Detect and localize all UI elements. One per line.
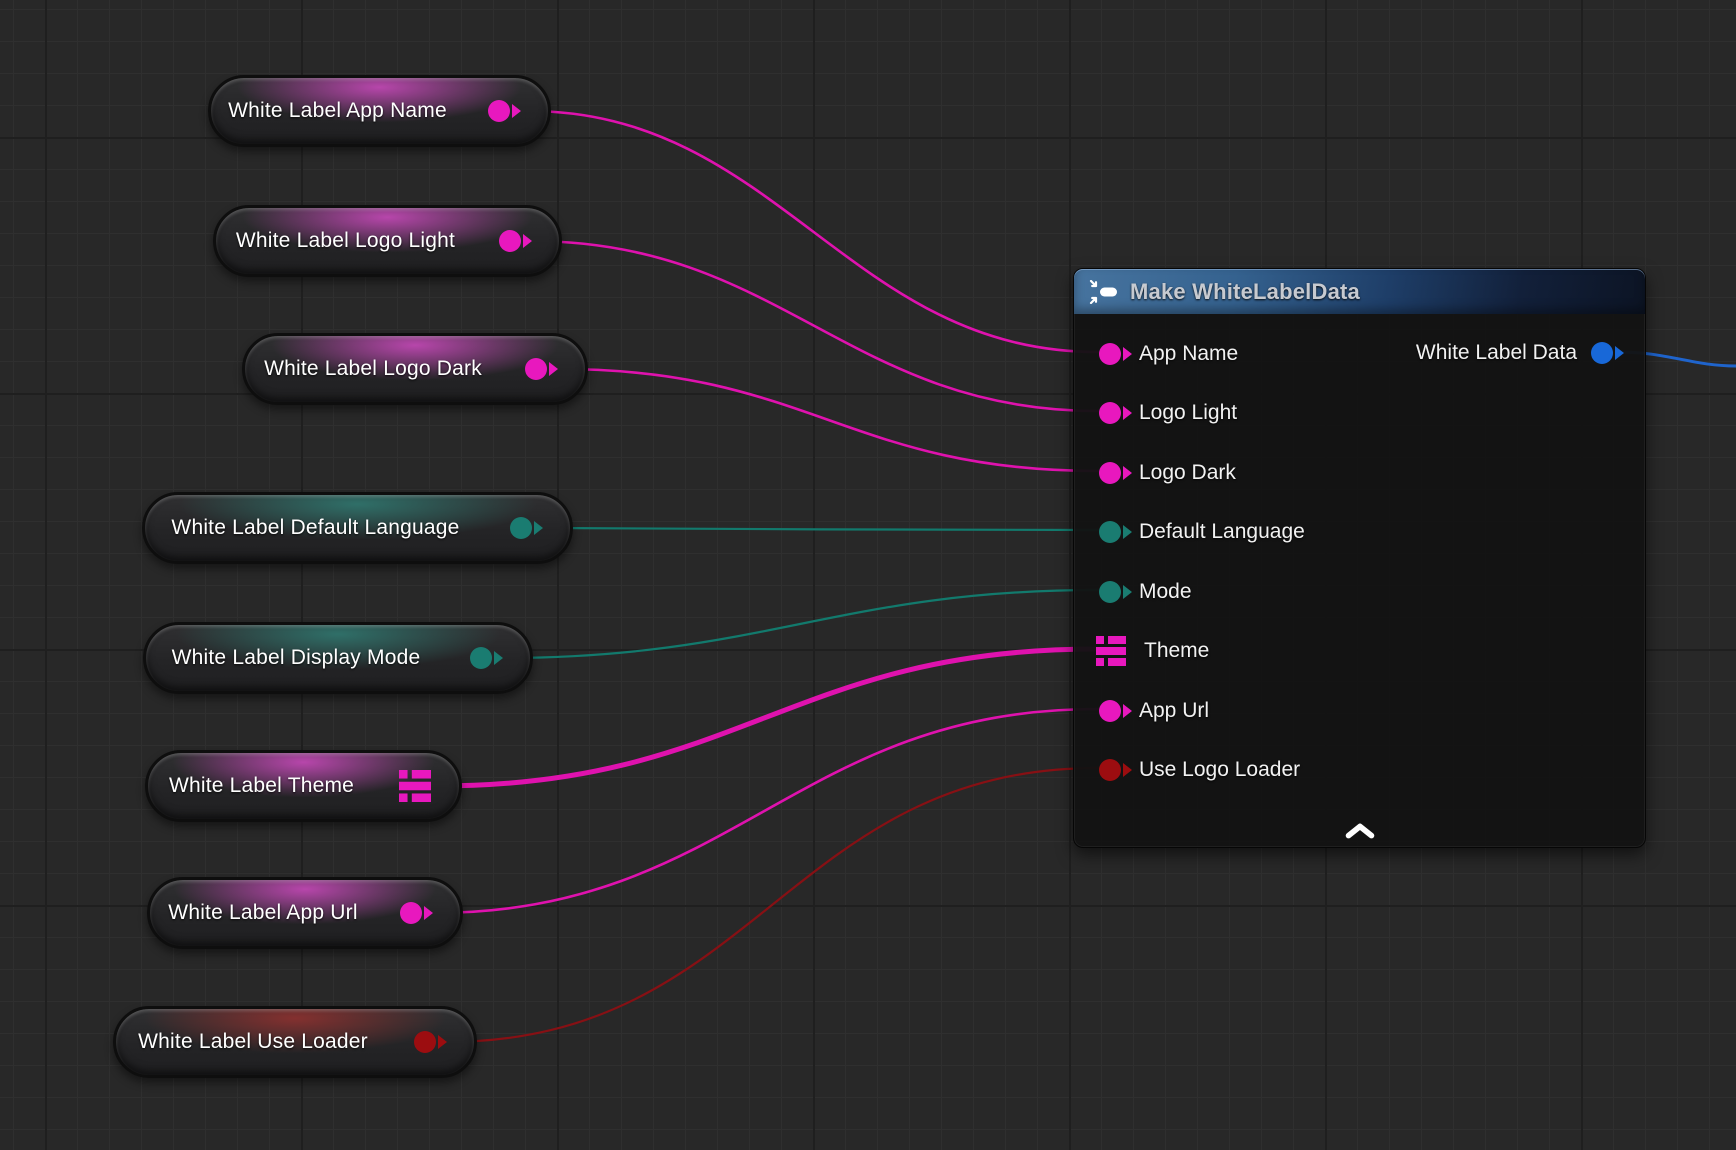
input-row-logo-dark: Logo Dark <box>1074 443 1645 503</box>
variable-node-white-label-app-name[interactable]: White Label App Name <box>208 75 551 147</box>
wire-app-url[interactable] <box>433 709 1098 913</box>
variable-node-label: White Label Default Language <box>145 516 570 540</box>
chevron-up-icon[interactable] <box>1345 823 1375 839</box>
variable-node-white-label-app-url[interactable]: White Label App Url <box>147 877 463 949</box>
struct-grid-icon[interactable] <box>399 770 431 802</box>
variable-node-white-label-theme[interactable]: White Label Theme <box>145 750 462 822</box>
input-row-use-logo-loader: Use Logo Loader <box>1074 741 1645 801</box>
blueprint-graph-canvas[interactable]: White Label App Name White Label Logo Li… <box>0 0 1736 1150</box>
input-pin-default-language[interactable] <box>1099 521 1121 543</box>
wire-logo-light[interactable] <box>531 241 1098 411</box>
wire-display-mode[interactable] <box>502 590 1098 658</box>
input-pin-label: App Url <box>1139 699 1209 723</box>
input-row-default-language: Default Language <box>1074 503 1645 563</box>
input-pin-label: Mode <box>1139 580 1192 604</box>
variable-node-white-label-default-language[interactable]: White Label Default Language <box>142 492 573 564</box>
output-pin-app-url[interactable] <box>400 902 422 924</box>
node-title: Make WhiteLabelData <box>1130 279 1360 305</box>
input-row-theme: Theme <box>1074 622 1645 682</box>
make-whitelabeldata-node[interactable]: Make WhiteLabelData App Name Logo Light … <box>1073 268 1646 848</box>
wire-app-name[interactable] <box>528 111 1098 352</box>
input-pin-label: Logo Dark <box>1139 461 1236 485</box>
output-row-white-label-data: White Label Data <box>1416 333 1623 373</box>
output-pin-app-name[interactable] <box>488 100 510 122</box>
variable-node-white-label-logo-dark[interactable]: White Label Logo Dark <box>242 333 588 405</box>
output-pin-display-mode[interactable] <box>470 647 492 669</box>
wire-use-loader[interactable] <box>446 768 1098 1042</box>
output-pin-logo-light[interactable] <box>499 230 521 252</box>
input-pin-app-name[interactable] <box>1099 343 1121 365</box>
node-header[interactable]: Make WhiteLabelData <box>1074 269 1645 314</box>
input-pin-mode[interactable] <box>1099 581 1121 603</box>
output-pin-label: White Label Data <box>1416 341 1577 365</box>
input-pin-label: Logo Light <box>1139 401 1237 425</box>
output-pin-logo-dark[interactable] <box>525 358 547 380</box>
input-row-logo-light: Logo Light <box>1074 384 1645 444</box>
input-pin-label: Default Language <box>1139 520 1305 544</box>
wire-logo-dark[interactable] <box>559 369 1098 471</box>
variable-node-white-label-display-mode[interactable]: White Label Display Mode <box>143 622 533 694</box>
input-pin-label: App Name <box>1139 342 1238 366</box>
input-pin-app-url[interactable] <box>1099 700 1121 722</box>
output-pin-use-loader[interactable] <box>414 1031 436 1053</box>
input-row-mode: Mode <box>1074 562 1645 622</box>
input-pin-label: Use Logo Loader <box>1139 758 1300 782</box>
input-pin-use-logo-loader[interactable] <box>1099 759 1121 781</box>
input-row-app-url: App Url <box>1074 681 1645 741</box>
struct-grid-icon[interactable] <box>1096 636 1126 666</box>
input-pin-logo-dark[interactable] <box>1099 462 1121 484</box>
output-pin-white-label-data[interactable] <box>1591 342 1613 364</box>
output-pin-default-language[interactable] <box>510 517 532 539</box>
make-struct-icon <box>1088 280 1122 304</box>
input-pin-rows: App Name Logo Light Logo Dark Default La… <box>1074 314 1645 800</box>
variable-node-white-label-use-loader[interactable]: White Label Use Loader <box>113 1006 477 1078</box>
input-pin-logo-light[interactable] <box>1099 402 1121 424</box>
input-pin-label: Theme <box>1144 639 1209 663</box>
wire-default-language[interactable] <box>546 528 1098 530</box>
variable-node-white-label-logo-light[interactable]: White Label Logo Light <box>213 205 562 277</box>
